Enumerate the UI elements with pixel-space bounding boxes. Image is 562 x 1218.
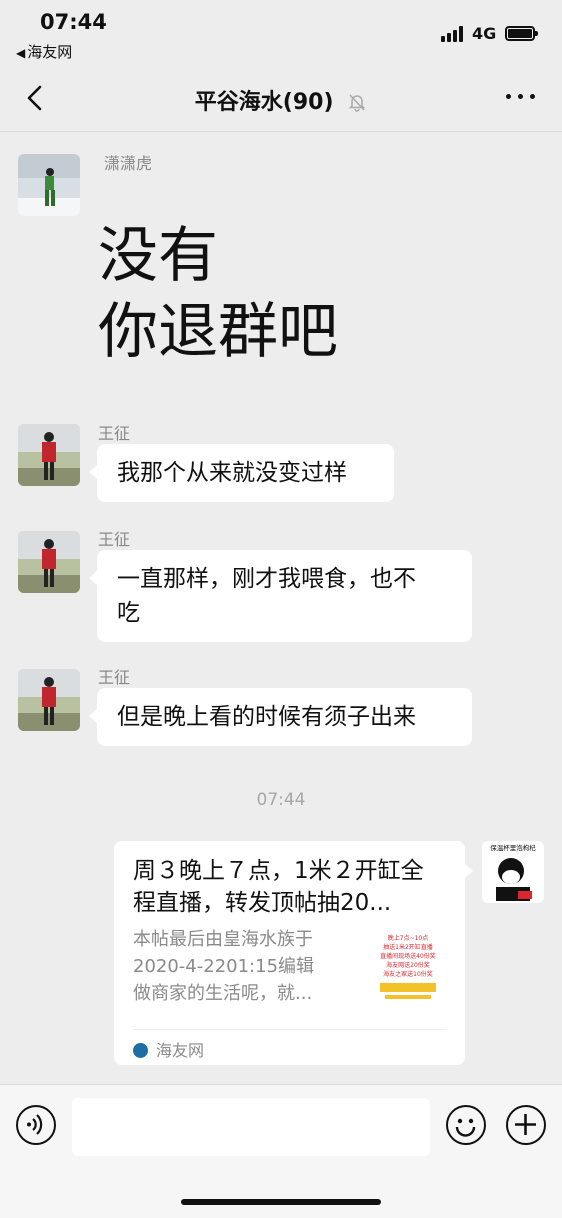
source-logo-icon	[133, 1043, 148, 1058]
sender-name: 潇潇虎	[104, 154, 153, 173]
more-functions-button[interactable]	[506, 1105, 546, 1145]
source-name: 海友网	[156, 1041, 205, 1060]
card-title-line: 周３晚上７点，1米２开缸全	[133, 858, 424, 884]
message-line: 吃	[117, 600, 140, 626]
back-to-app-link[interactable]: ◀ 海友网	[16, 41, 72, 62]
sender-name: 王征	[98, 530, 131, 549]
card-desc-line: 2020-4-2201:15编辑	[133, 956, 315, 977]
thumb-line: 晚上7点~10点	[388, 934, 428, 942]
link-card-source: 海友网	[133, 1037, 204, 1061]
avatar-image: 保温杯里泡枸杞	[482, 841, 544, 903]
signal-icon	[441, 26, 467, 42]
card-divider	[133, 1029, 446, 1030]
battery-icon	[505, 26, 538, 41]
thumb-line: 直播间现场送40份奖	[380, 952, 436, 960]
link-card-title: 周３晚上７点，1米２开缸全 程直播，转发顶帖抽20...	[133, 855, 451, 919]
avatar-sender-2[interactable]	[18, 424, 80, 486]
home-indicator[interactable]	[181, 1199, 381, 1205]
message-bubble[interactable]: 但是晚上看的时候有须子出来	[89, 688, 472, 746]
card-title-line: 程直播，转发顶帖抽20...	[133, 890, 392, 916]
link-card-thumbnail: 晚上7点~10点 抽送1米2开缸直播 直播间现场送40份奖 海友网送20份奖 海…	[371, 931, 445, 1005]
network-type: 4G	[472, 24, 497, 43]
message-text: 我那个从来就没变过样	[117, 460, 347, 486]
message-line: 一直那样，刚才我喂食，也不	[117, 566, 416, 592]
status-time: 07:44	[40, 10, 107, 34]
avatar-image	[18, 154, 80, 216]
link-card-description: 本帖最后由皇海水族于 2020-4-2201:15编辑 做商家的生活呢，就...	[133, 926, 355, 1007]
avatar-sender-2[interactable]	[18, 531, 80, 593]
avatar-caption: 保温杯里泡枸杞	[490, 843, 536, 852]
input-bar	[0, 1084, 562, 1218]
message-line: 没有	[98, 221, 218, 291]
status-bar: 07:44 ◀ 海友网 4G	[0, 0, 562, 64]
voice-button[interactable]	[16, 1105, 56, 1145]
link-card[interactable]: 周３晚上７点，1米２开缸全 程直播，转发顶帖抽20... 本帖最后由皇海水族于 …	[114, 841, 473, 1065]
avatar-image	[18, 424, 80, 486]
bell-muted-icon	[348, 94, 366, 112]
message-text: 但是晚上看的时候有须子出来	[117, 704, 416, 730]
message-input[interactable]	[72, 1098, 430, 1156]
thumb-line: 海友网送20份奖	[386, 961, 430, 969]
avatar-sender-2[interactable]	[18, 669, 80, 731]
back-triangle-icon: ◀	[16, 46, 26, 60]
thumbnail-image: 晚上7点~10点 抽送1米2开缸直播 直播间现场送40份奖 海友网送20份奖 海…	[371, 931, 445, 1005]
sender-name: 王征	[98, 424, 131, 443]
voice-icon	[27, 1114, 43, 1135]
card-desc-line: 本帖最后由皇海水族于	[133, 929, 313, 950]
thumb-line: 海友之家送10份奖	[383, 970, 433, 978]
thumb-line: 抽送1米2开缸直播	[383, 943, 433, 951]
chat-title: 平谷海水(90)	[0, 84, 562, 116]
chat-title-text: 平谷海水(90)	[194, 90, 334, 115]
card-desc-line: 做商家的生活呢，就...	[133, 983, 313, 1004]
message-bubble[interactable]: 我那个从来就没变过样	[89, 444, 394, 502]
avatar-sender-1[interactable]	[18, 154, 80, 216]
more-options-button[interactable]	[506, 94, 536, 102]
emoji-icon	[455, 1118, 476, 1137]
avatar-image	[18, 531, 80, 593]
sender-name: 王征	[98, 668, 131, 687]
message-bubble[interactable]: 一直那样，刚才我喂食，也不 吃	[89, 550, 472, 642]
chat-header: 平谷海水(90)	[0, 64, 562, 132]
back-app-label: 海友网	[27, 43, 73, 61]
chat-timestamp: 07:44	[256, 790, 306, 810]
message-line: 你退群吧	[98, 297, 338, 367]
emoji-button[interactable]	[446, 1105, 486, 1145]
avatar-image	[18, 669, 80, 731]
my-avatar[interactable]: 保温杯里泡枸杞	[482, 841, 544, 903]
message-text-large[interactable]: 没有 你退群吧	[98, 218, 338, 370]
plus-icon	[515, 1114, 536, 1135]
